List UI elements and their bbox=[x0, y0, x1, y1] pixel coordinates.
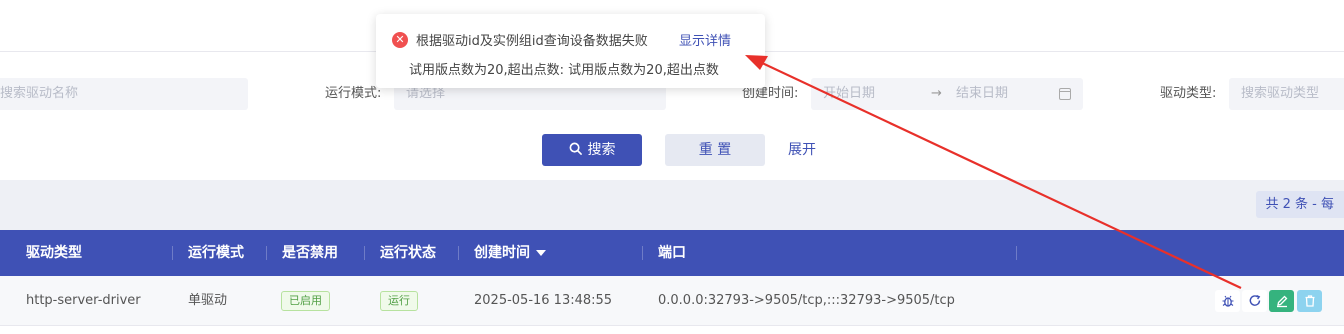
column-disabled[interactable]: 是否禁用 bbox=[282, 230, 338, 276]
enabled-badge: 已启用 bbox=[281, 291, 330, 311]
expand-button[interactable]: 展开 bbox=[788, 134, 816, 166]
error-toast: ✕ 根据驱动id及实例组id查询设备数据失败 显示详情 试用版点数为20,超出点… bbox=[376, 14, 765, 88]
column-status[interactable]: 运行状态 bbox=[380, 230, 436, 276]
running-status-badge: 运行 bbox=[380, 291, 418, 311]
run-mode-placeholder: 请选择 bbox=[406, 86, 446, 101]
column-created-time-label: 创建时间 bbox=[474, 245, 530, 261]
column-divider bbox=[1016, 246, 1017, 260]
run-mode-label: 运行模式: bbox=[325, 86, 382, 101]
pagination-total: 共 2 条 - 每 bbox=[1255, 191, 1344, 218]
driver-type-label: 驱动类型: bbox=[1160, 86, 1217, 101]
driver-type-input[interactable]: 搜索驱动类型 bbox=[1229, 78, 1344, 110]
table-header: 驱动类型 运行模式 是否禁用 运行状态 创建时间 端口 bbox=[0, 230, 1344, 276]
create-time-label: 创建时间: bbox=[742, 86, 799, 101]
edit-button[interactable] bbox=[1269, 290, 1294, 312]
cell-driver-type: http-server-driver bbox=[26, 293, 141, 308]
column-driver-type[interactable]: 驱动类型 bbox=[26, 230, 82, 276]
delete-button[interactable] bbox=[1297, 290, 1322, 312]
debug-button[interactable] bbox=[1215, 290, 1240, 312]
search-button[interactable]: 搜索 bbox=[542, 134, 642, 166]
trash-icon bbox=[1305, 295, 1314, 307]
column-divider bbox=[458, 246, 459, 260]
search-button-label: 搜索 bbox=[587, 142, 616, 158]
restart-button[interactable] bbox=[1242, 290, 1267, 312]
column-created-time[interactable]: 创建时间 bbox=[474, 230, 546, 276]
end-date-placeholder[interactable]: 结束日期 bbox=[944, 78, 1044, 110]
column-run-mode[interactable]: 运行模式 bbox=[188, 230, 244, 276]
cell-created-time: 2025-05-16 13:48:55 bbox=[474, 293, 613, 308]
start-date-placeholder[interactable]: 开始日期 bbox=[823, 86, 875, 101]
error-circle-icon: ✕ bbox=[392, 32, 408, 48]
cell-run-mode: 单驱动 bbox=[188, 293, 228, 308]
refresh-icon bbox=[1249, 294, 1260, 306]
date-separator-icon: → bbox=[931, 86, 942, 101]
cell-port: 0.0.0.0:32793->9505/tcp,:::32793->9505/t… bbox=[658, 293, 955, 308]
search-icon bbox=[569, 142, 582, 155]
column-port[interactable]: 端口 bbox=[658, 230, 686, 276]
toast-message: 根据驱动id及实例组id查询设备数据失败 bbox=[416, 34, 648, 49]
sort-desc-icon[interactable] bbox=[536, 250, 546, 256]
table-row: http-server-driver 单驱动 已启用 运行 2025-05-16… bbox=[0, 276, 1344, 326]
driver-name-input[interactable]: 搜索驱动名称 bbox=[0, 78, 248, 110]
toast-detail: 试用版点数为20,超出点数: 试用版点数为20,超出点数 bbox=[409, 63, 719, 78]
pencil-icon bbox=[1276, 295, 1287, 308]
column-divider bbox=[642, 246, 643, 260]
column-divider bbox=[172, 246, 173, 260]
driver-name-placeholder: 搜索驱动名称 bbox=[0, 86, 79, 101]
column-divider bbox=[364, 246, 365, 260]
bug-icon bbox=[1222, 295, 1233, 307]
driver-type-placeholder: 搜索驱动类型 bbox=[1241, 86, 1320, 101]
calendar-icon bbox=[1059, 88, 1071, 100]
table-toolbar bbox=[0, 180, 1344, 230]
show-details-link[interactable]: 显示详情 bbox=[679, 30, 731, 49]
column-divider bbox=[266, 246, 267, 260]
reset-button[interactable]: 重 置 bbox=[665, 134, 765, 166]
